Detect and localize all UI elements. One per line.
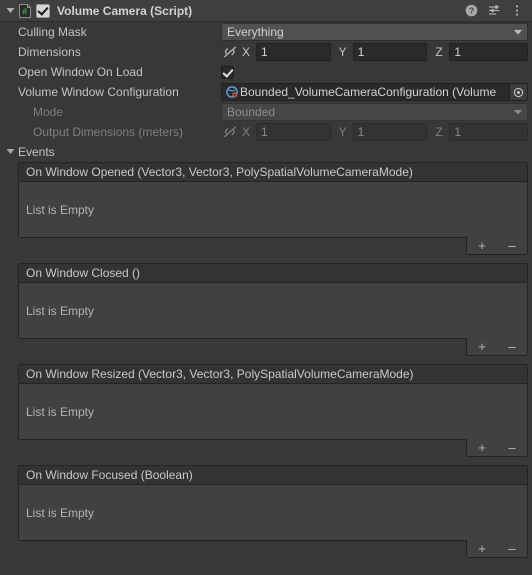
open-window-on-load-field — [221, 65, 532, 79]
mode-label: Mode — [33, 105, 64, 119]
event-footer-buttons: + – — [466, 439, 528, 457]
event-title: On Window Closed () — [19, 264, 527, 283]
add-listener-button[interactable]: + — [467, 338, 497, 355]
events-section-label: Events — [18, 145, 55, 159]
event-block-on-window-focused: On Window Focused (Boolean) List is Empt… — [18, 465, 528, 558]
chevron-down-icon — [513, 28, 523, 36]
scriptable-object-icon — [225, 85, 239, 99]
dimensions-y-axis-label: Y — [338, 45, 347, 59]
event-footer: + – — [18, 540, 528, 558]
remove-listener-button[interactable]: – — [497, 338, 527, 355]
row-output-dimensions: Output Dimensions (meters) X 1 Y 1 Z 1 — [0, 122, 532, 142]
event-empty-text: List is Empty — [26, 303, 95, 318]
dimensions-field: X 1 Y 1 Z 1 — [221, 43, 532, 61]
event-footer-buttons: + – — [466, 338, 528, 356]
output-dimensions-z: Z 1 — [435, 123, 532, 141]
event-empty-text: List is Empty — [26, 404, 95, 419]
svg-text:#: # — [22, 6, 27, 16]
dimensions-z-axis-label: Z — [435, 45, 443, 59]
events-foldout-arrow[interactable] — [6, 145, 15, 159]
row-dimensions: Dimensions X 1 Y 1 Z 1 — [0, 42, 532, 62]
culling-mask-value: Everything — [227, 25, 284, 39]
event-box: On Window Resized (Vector3, Vector3, Pol… — [18, 364, 528, 440]
object-picker-icon[interactable] — [509, 84, 527, 100]
event-box: On Window Closed () List is Empty — [18, 263, 528, 339]
row-open-window-on-load: Open Window On Load — [0, 62, 532, 82]
dimensions-y-input[interactable]: 1 — [352, 43, 428, 61]
output-dimensions-x-axis-label: X — [242, 125, 251, 139]
mode-value: Bounded — [227, 105, 276, 119]
svg-text:?: ? — [468, 6, 473, 16]
culling-mask-dropdown[interactable]: Everything — [221, 23, 528, 41]
event-block-on-window-opened: On Window Opened (Vector3, Vector3, Poly… — [18, 162, 528, 255]
event-footer-buttons: + – — [466, 540, 528, 558]
row-mode: Mode Bounded — [0, 102, 532, 122]
event-box: On Window Focused (Boolean) List is Empt… — [18, 465, 528, 541]
component-header-icons: ? — [464, 4, 526, 18]
volume-window-configuration-field: Bounded_VolumeCameraConfiguration (Volum… — [221, 83, 532, 101]
event-footer-buttons: + – — [466, 237, 528, 255]
dimensions-x: X 1 — [242, 43, 339, 61]
row-culling-mask: Culling Mask Everything — [0, 22, 532, 42]
dimensions-z-input[interactable]: 1 — [449, 43, 529, 61]
event-empty-text: List is Empty — [26, 505, 95, 520]
event-block-on-window-closed: On Window Closed () List is Empty + – — [18, 263, 528, 356]
event-footer: + – — [18, 338, 528, 356]
culling-mask-label: Culling Mask — [18, 25, 87, 39]
output-dimensions-z-axis-label: Z — [435, 125, 443, 139]
dimensions-vector3: X 1 Y 1 Z 1 — [242, 43, 532, 61]
add-listener-button[interactable]: + — [467, 439, 497, 456]
events-foldout[interactable]: Events — [0, 142, 532, 162]
remove-listener-button[interactable]: – — [497, 540, 527, 557]
component-title: Volume Camera (Script) — [57, 3, 193, 18]
add-listener-button[interactable]: + — [467, 237, 497, 254]
output-dimensions-x-input[interactable]: 1 — [256, 123, 331, 141]
add-listener-button[interactable]: + — [467, 540, 497, 557]
mode-field: Bounded — [221, 103, 532, 121]
dimensions-y: Y 1 — [339, 43, 436, 61]
output-dimensions-y: Y 1 — [339, 123, 436, 141]
volume-window-configuration-object-field[interactable]: Bounded_VolumeCameraConfiguration (Volum… — [221, 83, 528, 101]
dimensions-x-axis-label: X — [242, 45, 251, 59]
open-window-on-load-label: Open Window On Load — [18, 65, 143, 79]
output-dimensions-label: Output Dimensions (meters) — [33, 125, 184, 139]
dimensions-label: Dimensions — [18, 45, 81, 59]
unlinked-icon[interactable] — [221, 123, 239, 141]
volume-window-configuration-value: Bounded_VolumeCameraConfiguration (Volum… — [240, 85, 497, 99]
output-dimensions-z-input[interactable]: 1 — [449, 123, 529, 141]
remove-listener-button[interactable]: – — [497, 237, 527, 254]
event-block-on-window-resized: On Window Resized (Vector3, Vector3, Pol… — [18, 364, 528, 457]
more-menu-icon[interactable] — [510, 4, 524, 18]
unlinked-icon[interactable] — [221, 43, 239, 61]
preset-icon[interactable] — [487, 4, 501, 18]
output-dimensions-y-input[interactable]: 1 — [352, 123, 428, 141]
event-title: On Window Resized (Vector3, Vector3, Pol… — [19, 365, 527, 384]
event-footer: + – — [18, 237, 528, 255]
help-icon[interactable]: ? — [464, 4, 478, 18]
event-title: On Window Opened (Vector3, Vector3, Poly… — [19, 163, 527, 182]
output-dimensions-vector3: X 1 Y 1 Z 1 — [242, 123, 532, 141]
dimensions-x-input[interactable]: 1 — [256, 43, 331, 61]
component-enabled-checkbox[interactable] — [36, 3, 50, 18]
component-foldout-arrow[interactable] — [4, 0, 17, 22]
row-volume-window-configuration: Volume Window Configuration Bounded_Volu… — [0, 82, 532, 102]
mode-dropdown[interactable]: Bounded — [221, 103, 528, 121]
component-header[interactable]: # Volume Camera (Script) ? — [0, 0, 532, 22]
output-dimensions-field: X 1 Y 1 Z 1 — [221, 123, 532, 141]
output-dimensions-x: X 1 — [242, 123, 339, 141]
remove-listener-button[interactable]: – — [497, 439, 527, 456]
event-title: On Window Focused (Boolean) — [19, 466, 527, 485]
volume-window-configuration-label: Volume Window Configuration — [18, 85, 179, 99]
culling-mask-field: Everything — [221, 23, 532, 41]
output-dimensions-y-axis-label: Y — [338, 125, 347, 139]
event-box: On Window Opened (Vector3, Vector3, Poly… — [18, 162, 528, 238]
chevron-down-icon — [513, 108, 523, 116]
event-footer: + – — [18, 439, 528, 457]
dimensions-z: Z 1 — [435, 43, 532, 61]
event-empty-text: List is Empty — [26, 202, 95, 217]
script-icon: # — [17, 3, 33, 19]
inspector-body: Culling Mask Everything Dimensions X 1 Y… — [0, 22, 532, 558]
open-window-on-load-checkbox[interactable] — [221, 65, 234, 79]
